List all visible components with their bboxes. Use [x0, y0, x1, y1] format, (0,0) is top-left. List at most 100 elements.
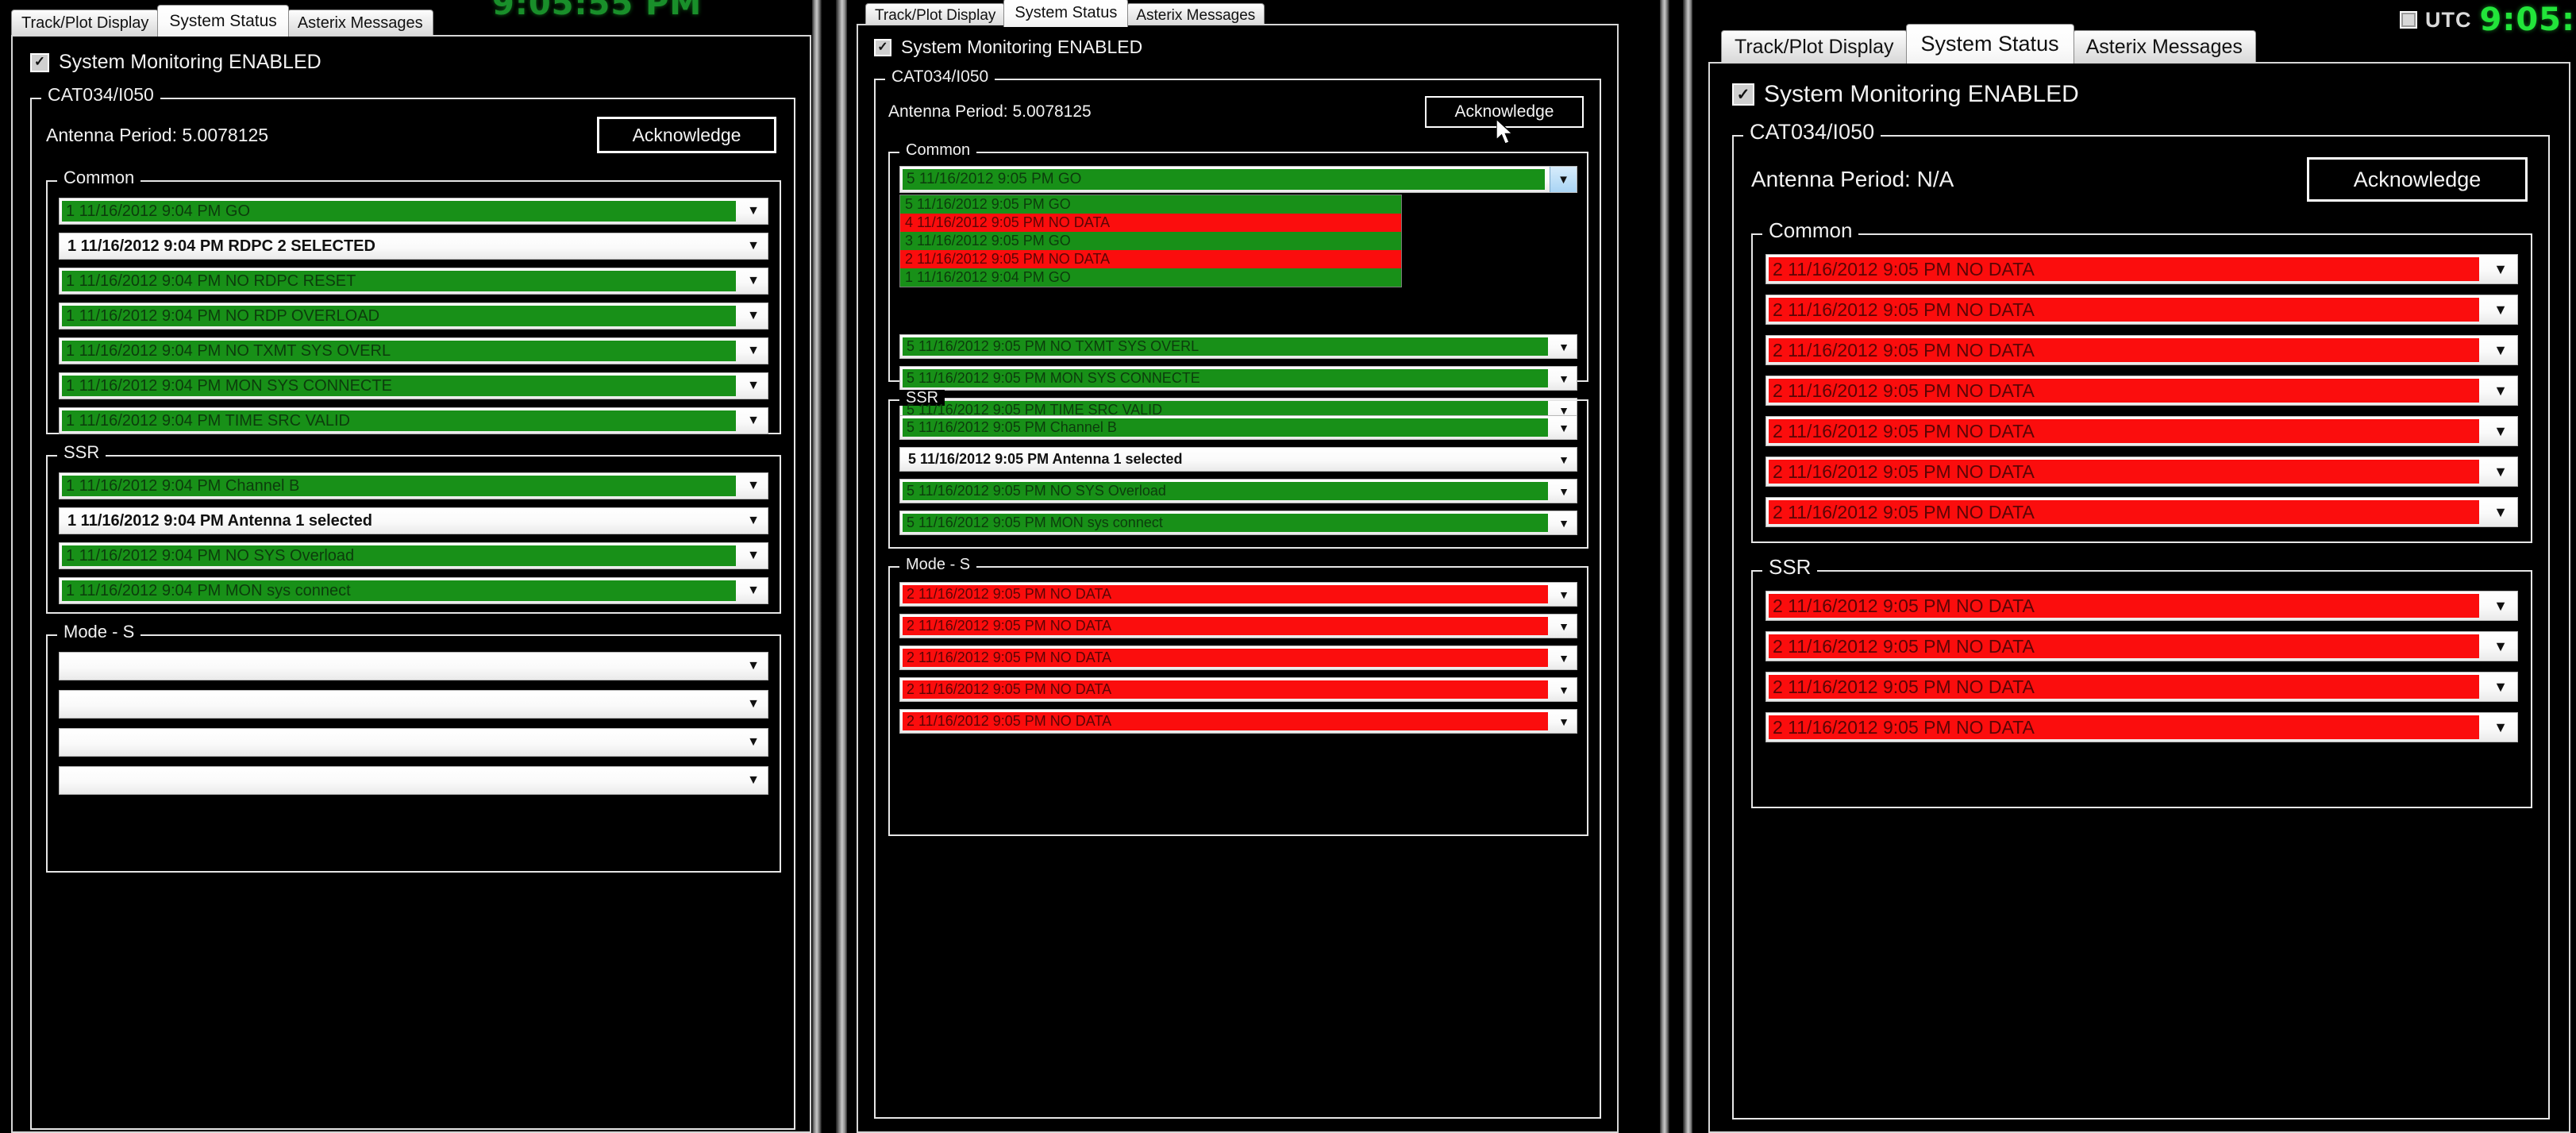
chevron-down-icon[interactable] [2484, 336, 2517, 364]
combo-ssr-left-1[interactable]: 1 11/16/2012 9:04 PM Antenna 1 selected [59, 507, 768, 534]
acknowledge-button[interactable]: Acknowledge [1425, 96, 1584, 128]
chevron-down-icon[interactable] [739, 691, 768, 718]
system-monitoring-checkbox[interactable] [30, 52, 49, 72]
combo-ssr-mid-3[interactable]: 5 11/16/2012 9:05 PM MON sys connect [899, 511, 1577, 535]
tabstrip-left[interactable]: Track/Plot Display System Status Asterix… [11, 5, 433, 37]
chevron-down-icon[interactable] [1551, 615, 1577, 638]
combo-common-right-3[interactable]: 2 11/16/2012 9:05 PM NO DATA [1765, 376, 2518, 406]
combo-ssr-mid-1[interactable]: 5 11/16/2012 9:05 PM Antenna 1 selected [899, 447, 1577, 472]
chevron-down-icon[interactable] [1550, 167, 1577, 192]
combo-modes-left-2[interactable] [59, 728, 768, 757]
dropdown-option-4[interactable]: 1 11/16/2012 9:04 PM GO [900, 268, 1401, 287]
chevron-down-icon[interactable] [739, 198, 768, 224]
combo-ssr-mid-2[interactable]: 5 11/16/2012 9:05 PM NO SYS Overload [899, 479, 1577, 503]
tab-asterix-messages[interactable]: Asterix Messages [2072, 30, 2256, 64]
combo-modes-mid-4[interactable]: 2 11/16/2012 9:05 PM NO DATA [899, 709, 1577, 734]
combo-modes-mid-1[interactable]: 2 11/16/2012 9:05 PM NO DATA [899, 614, 1577, 638]
dropdown-option-1[interactable]: 4 11/16/2012 9:05 PM NO DATA [900, 214, 1401, 232]
combo-ssr-right-0[interactable]: 2 11/16/2012 9:05 PM NO DATA [1765, 591, 2518, 621]
combo-common-right-4[interactable]: 2 11/16/2012 9:05 PM NO DATA [1765, 416, 2518, 446]
combo-common-left-3[interactable]: 1 11/16/2012 9:04 PM NO RDP OVERLOAD [59, 303, 768, 329]
chevron-down-icon[interactable] [739, 303, 768, 329]
utc-checkbox[interactable] [2400, 11, 2417, 29]
combo-common-right-1[interactable]: 2 11/16/2012 9:05 PM NO DATA [1765, 295, 2518, 325]
chevron-down-icon[interactable] [739, 373, 768, 399]
chevron-down-icon[interactable] [739, 473, 768, 499]
tab-track-plot-display[interactable]: Track/Plot Display [11, 10, 160, 37]
chevron-down-icon[interactable] [2484, 713, 2517, 742]
chevron-down-icon[interactable] [739, 408, 768, 434]
tab-asterix-messages[interactable]: Asterix Messages [287, 10, 433, 37]
combo-modes-left-3[interactable] [59, 766, 768, 795]
chevron-down-icon[interactable] [2484, 592, 2517, 620]
chevron-down-icon[interactable] [739, 767, 768, 794]
combo-modes-mid-2[interactable]: 2 11/16/2012 9:05 PM NO DATA [899, 646, 1577, 670]
chevron-down-icon[interactable] [739, 268, 768, 294]
chevron-down-icon[interactable] [1551, 710, 1577, 733]
combo-common-left-2[interactable]: 1 11/16/2012 9:04 PM NO RDPC RESET [59, 268, 768, 295]
acknowledge-button[interactable]: Acknowledge [2307, 157, 2528, 202]
combo-ssr-left-0[interactable]: 1 11/16/2012 9:04 PM Channel B [59, 472, 768, 499]
combo-common-right-2[interactable]: 2 11/16/2012 9:05 PM NO DATA [1765, 335, 2518, 365]
combo-common-mid-1[interactable]: 5 11/16/2012 9:05 PM MON SYS CONNECTE [899, 366, 1577, 391]
chevron-down-icon[interactable] [2484, 255, 2517, 283]
chevron-down-icon[interactable] [2484, 672, 2517, 701]
chevron-down-icon[interactable] [1551, 511, 1577, 534]
combo-ssr-right-3[interactable]: 2 11/16/2012 9:05 PM NO DATA [1765, 712, 2518, 742]
tabstrip-right[interactable]: Track/Plot Display System Status Asterix… [1721, 24, 2256, 64]
monitoring-row-right[interactable]: System Monitoring ENABLED [1732, 81, 2569, 108]
tab-system-status[interactable]: System Status [1003, 0, 1129, 27]
combo-ssr-mid-0[interactable]: 5 11/16/2012 9:05 PM Channel B [899, 415, 1577, 440]
chevron-down-icon[interactable] [739, 233, 768, 259]
combo-common-left-1[interactable]: 1 11/16/2012 9:04 PM RDPC 2 SELECTED [59, 233, 768, 260]
combo-common-right-5[interactable]: 2 11/16/2012 9:05 PM NO DATA [1765, 457, 2518, 487]
tabstrip-mid[interactable]: Track/Plot Display System Status Asterix… [865, 0, 1265, 27]
tab-system-status[interactable]: System Status [157, 5, 289, 37]
monitoring-row-mid[interactable]: System Monitoring ENABLED [874, 37, 1617, 58]
acknowledge-button[interactable]: Acknowledge [597, 117, 776, 153]
dropdown-option-0[interactable]: 5 11/16/2012 9:05 PM GO [900, 195, 1401, 214]
system-monitoring-checkbox[interactable] [874, 38, 891, 56]
combo-common-left-5[interactable]: 1 11/16/2012 9:04 PM MON SYS CONNECTE [59, 372, 768, 399]
combo-common-left-4[interactable]: 1 11/16/2012 9:04 PM NO TXMT SYS OVERL [59, 337, 768, 364]
system-monitoring-checkbox[interactable] [1732, 83, 1754, 106]
chevron-down-icon[interactable] [739, 578, 768, 603]
chevron-down-icon[interactable] [1551, 416, 1577, 439]
combo-ssr-left-2[interactable]: 1 11/16/2012 9:04 PM NO SYS Overload [59, 542, 768, 569]
tab-system-status[interactable]: System Status [1905, 24, 2074, 64]
chevron-down-icon[interactable] [1551, 678, 1577, 701]
combo-common-right-0[interactable]: 2 11/16/2012 9:05 PM NO DATA [1765, 254, 2518, 284]
chevron-down-icon[interactable] [2484, 417, 2517, 445]
combo-common-0[interactable]: 5 11/16/2012 9:05 PM GO [899, 166, 1577, 193]
combo-ssr-right-2[interactable]: 2 11/16/2012 9:05 PM NO DATA [1765, 672, 2518, 702]
chevron-down-icon[interactable] [1551, 583, 1577, 606]
combo-modes-mid-0[interactable]: 2 11/16/2012 9:05 PM NO DATA [899, 582, 1577, 607]
dropdown-open-list[interactable]: 5 11/16/2012 9:05 PM GO 4 11/16/2012 9:05… [899, 195, 1402, 287]
combo-common-left-6[interactable]: 1 11/16/2012 9:04 PM TIME SRC VALID [59, 407, 768, 434]
dropdown-option-3[interactable]: 2 11/16/2012 9:05 PM NO DATA [900, 250, 1401, 268]
combo-ssr-left-3[interactable]: 1 11/16/2012 9:04 PM MON sys connect [59, 577, 768, 604]
chevron-down-icon[interactable] [739, 729, 768, 756]
combo-modes-mid-3[interactable]: 2 11/16/2012 9:05 PM NO DATA [899, 677, 1577, 702]
combo-modes-left-0[interactable] [59, 652, 768, 680]
chevron-down-icon[interactable] [2484, 376, 2517, 405]
combo-common-mid-0[interactable]: 5 11/16/2012 9:05 PM NO TXMT SYS OVERL [899, 334, 1577, 359]
chevron-down-icon[interactable] [739, 338, 768, 364]
chevron-down-icon[interactable] [2484, 295, 2517, 324]
chevron-down-icon[interactable] [1551, 335, 1577, 358]
chevron-down-icon[interactable] [1551, 480, 1577, 503]
chevron-down-icon[interactable] [1551, 448, 1577, 471]
monitoring-row-left[interactable]: System Monitoring ENABLED [30, 51, 810, 74]
chevron-down-icon[interactable] [739, 508, 768, 534]
chevron-down-icon[interactable] [2484, 498, 2517, 526]
chevron-down-icon[interactable] [1551, 646, 1577, 669]
tab-track-plot-display[interactable]: Track/Plot Display [1721, 30, 1908, 64]
combo-common-left-0[interactable]: 1 11/16/2012 9:04 PM GO [59, 198, 768, 225]
chevron-down-icon[interactable] [739, 653, 768, 680]
chevron-down-icon[interactable] [1551, 367, 1577, 390]
combo-common-right-6[interactable]: 2 11/16/2012 9:05 PM NO DATA [1765, 497, 2518, 527]
combo-ssr-right-1[interactable]: 2 11/16/2012 9:05 PM NO DATA [1765, 631, 2518, 661]
chevron-down-icon[interactable] [739, 543, 768, 568]
chevron-down-icon[interactable] [2484, 632, 2517, 661]
combo-modes-left-1[interactable] [59, 690, 768, 719]
